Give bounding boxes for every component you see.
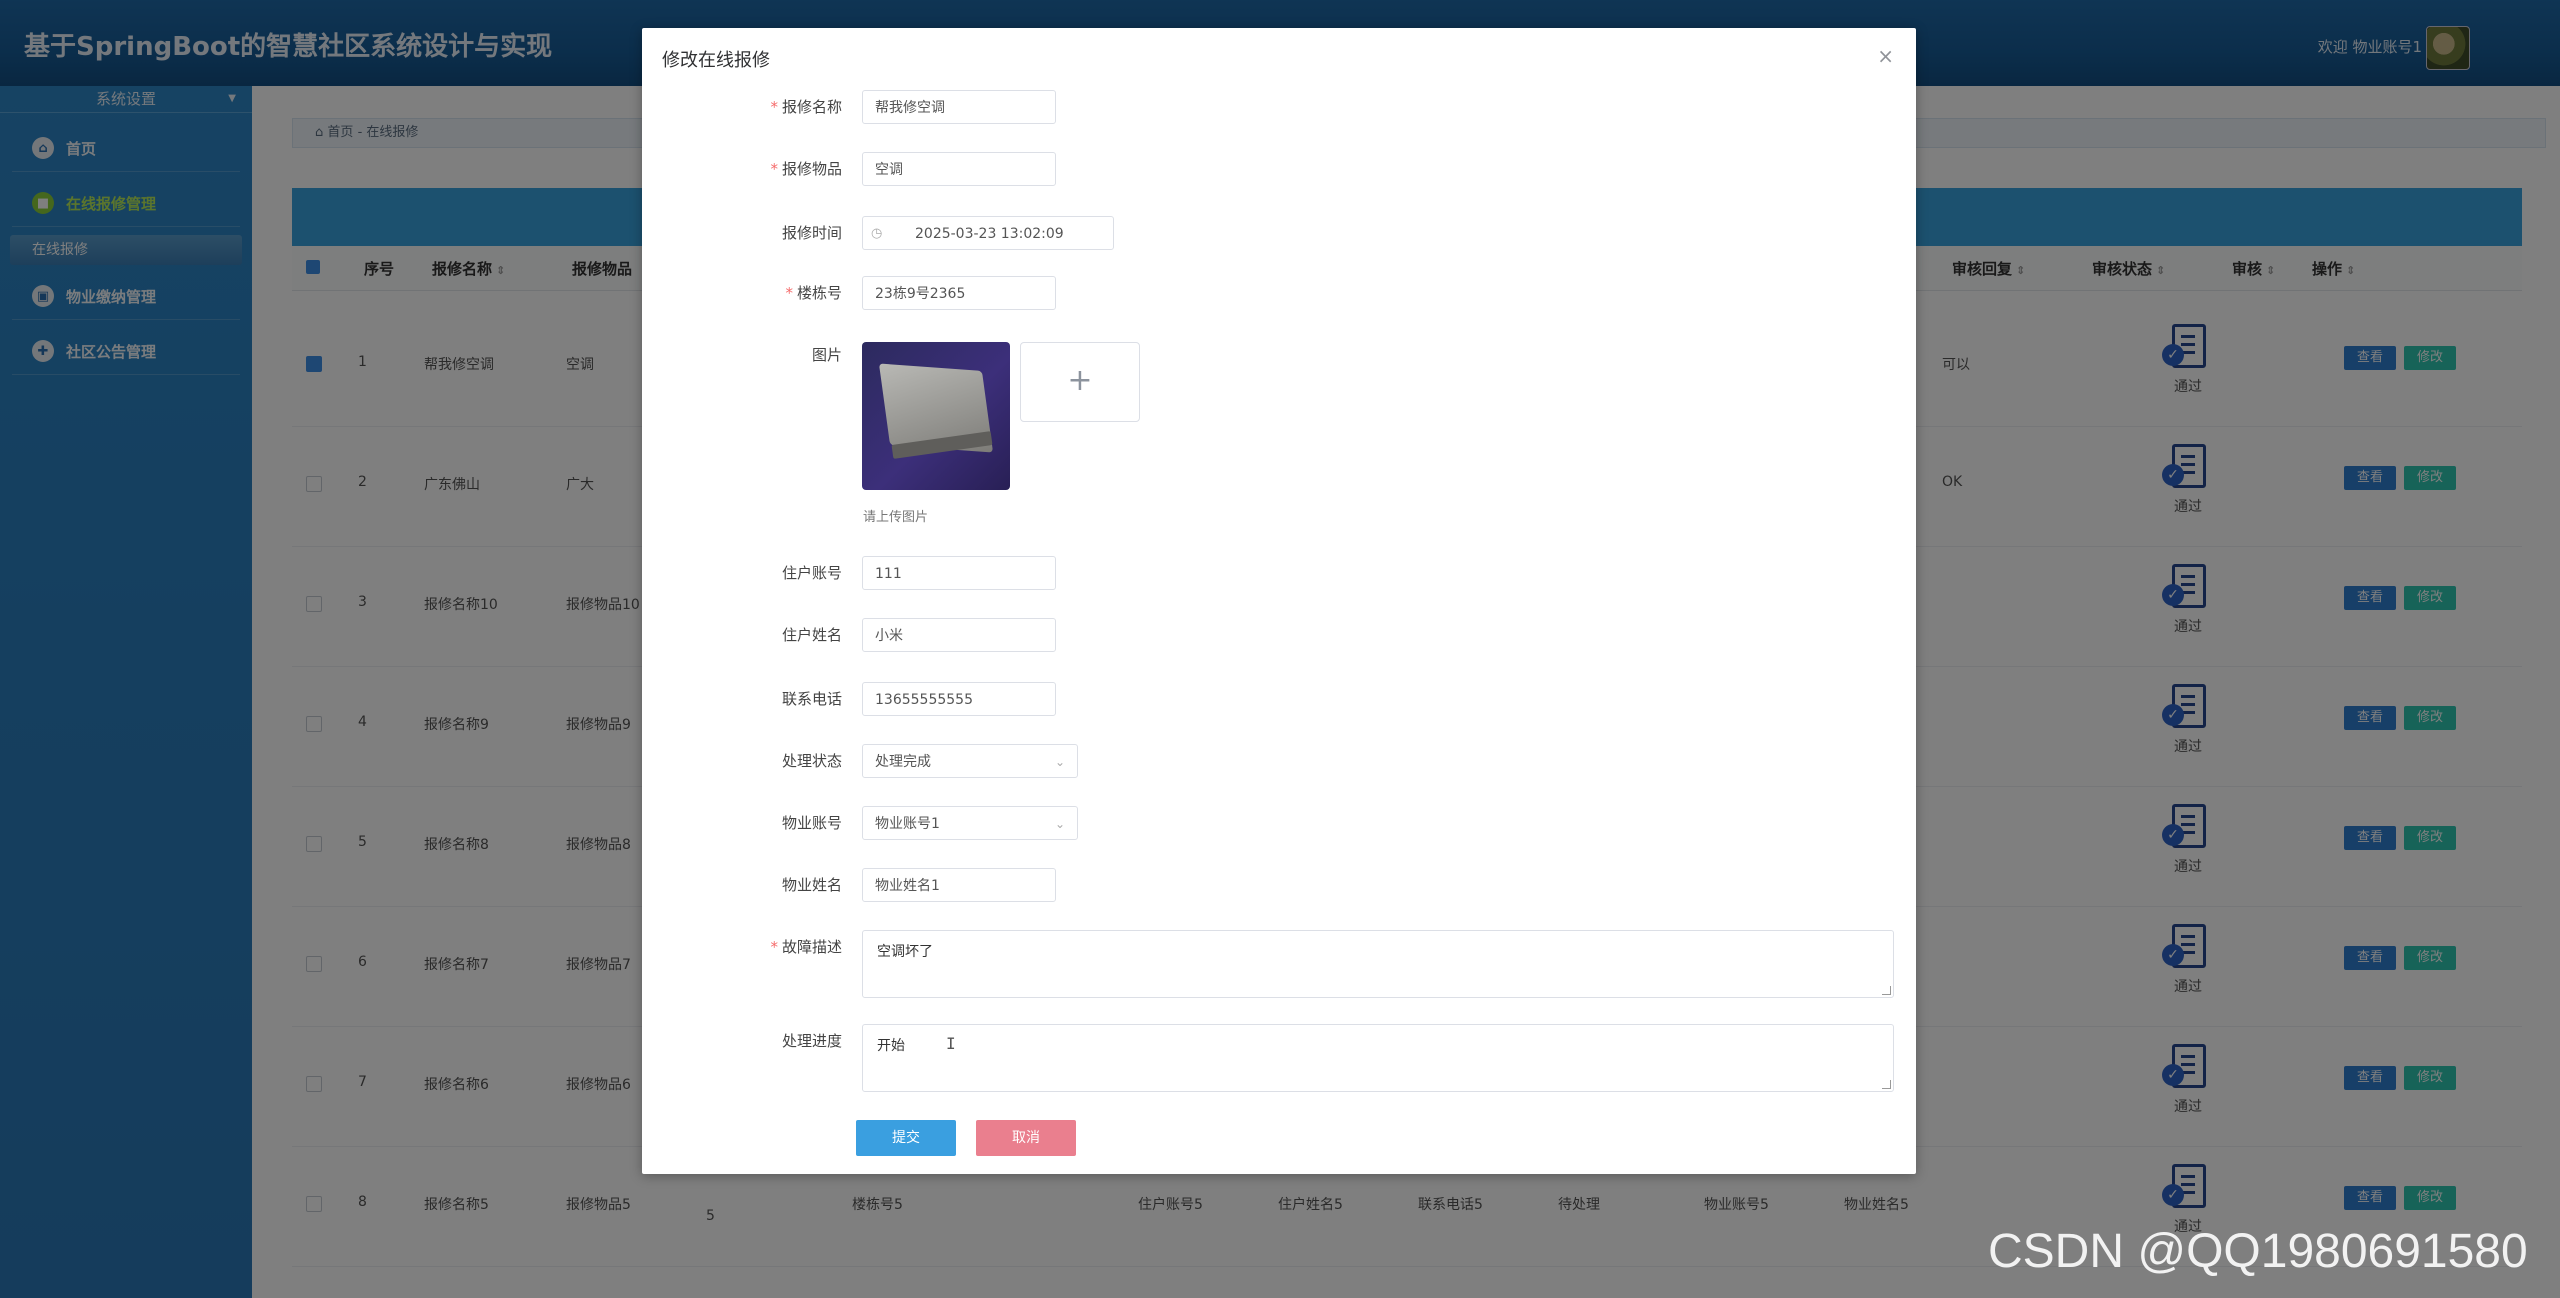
label-text: 报修名称 — [781, 98, 842, 116]
resize-grip-icon[interactable] — [1882, 986, 1891, 995]
repair-time-picker[interactable]: ◷ 2025-03-23 13:02:09 — [862, 216, 1114, 250]
edit-repair-dialog: 修改在线报修 × * 报修名称 帮我修空调 * 报修物品 空调 报修时间 ◷ 202… — [642, 28, 1916, 1174]
chevron-down-icon: ⌄ — [1054, 755, 1065, 769]
cancel-button[interactable]: 取消 — [976, 1120, 1076, 1156]
wuye-name-input[interactable]: 物业姓名1 — [862, 868, 1056, 902]
upload-plus-button[interactable]: + — [1020, 342, 1140, 422]
uploaded-image-thumbnail[interactable] — [862, 342, 1010, 490]
label-text: 故障描述 — [781, 938, 842, 956]
required-mark: * — [770, 938, 778, 956]
process-state-value: 处理完成 — [875, 754, 931, 770]
phone-input[interactable]: 13655555555 — [862, 682, 1056, 716]
label-resident-account: 住户账号 — [781, 564, 842, 582]
progress-textarea[interactable]: 开始 — [862, 1024, 1894, 1092]
watermark-text: CSDN @QQ1980691580 — [1988, 1225, 2528, 1278]
label-text: 楼栋号 — [796, 284, 842, 302]
repair-name-input[interactable]: 帮我修空调 — [862, 90, 1056, 124]
label-repair-item: * 报修物品 — [642, 158, 842, 179]
label-wuye-name: 物业姓名 — [781, 876, 842, 894]
label-progress: 处理进度 — [781, 1032, 842, 1050]
label-building: * 楼栋号 — [642, 282, 842, 303]
label-text: 报修物品 — [781, 160, 842, 178]
label-image: 图片 — [811, 346, 842, 364]
clock-icon: ◷ — [871, 226, 883, 241]
required-mark: * — [770, 160, 778, 178]
text-cursor-icon: I — [946, 1034, 956, 1053]
resize-grip-icon[interactable] — [1882, 1080, 1891, 1089]
required-mark: * — [785, 284, 793, 302]
label-fault-description: * 故障描述 — [642, 936, 842, 957]
progress-value: 开始 — [877, 1038, 905, 1054]
label-resident-name: 住户姓名 — [781, 626, 842, 644]
label-phone: 联系电话 — [781, 690, 842, 708]
resident-account-input[interactable]: 111 — [862, 556, 1056, 590]
process-state-select[interactable]: 处理完成 ⌄ — [862, 744, 1078, 778]
repair-time-value: 2025-03-23 13:02:09 — [915, 226, 1064, 242]
label-wuye-account: 物业账号 — [781, 814, 842, 832]
fault-description-textarea[interactable]: 空调坏了 — [862, 930, 1894, 998]
required-mark: * — [770, 98, 778, 116]
close-icon[interactable]: × — [1877, 44, 1894, 68]
wuye-account-select[interactable]: 物业账号1 ⌄ — [862, 806, 1078, 840]
plus-icon: + — [1067, 363, 1093, 398]
label-repair-time: 报修时间 — [781, 224, 842, 242]
wuye-account-value: 物业账号1 — [875, 816, 940, 832]
fault-description-value: 空调坏了 — [877, 944, 933, 960]
app-frame: 基于SpringBoot的智慧社区系统设计与实现 欢迎 物业账号1 系统设置 ▼… — [0, 0, 2560, 1298]
building-input[interactable]: 23栋9号2365 — [862, 276, 1056, 310]
submit-button[interactable]: 提交 — [856, 1120, 956, 1156]
upload-tip: 请上传图片 — [863, 510, 929, 525]
dialog-title: 修改在线报修 — [662, 50, 770, 71]
resident-name-input[interactable]: 小米 — [862, 618, 1056, 652]
repair-item-input[interactable]: 空调 — [862, 152, 1056, 186]
chevron-down-icon: ⌄ — [1054, 817, 1065, 831]
label-repair-name: * 报修名称 — [642, 96, 842, 117]
label-process-state: 处理状态 — [781, 752, 842, 770]
